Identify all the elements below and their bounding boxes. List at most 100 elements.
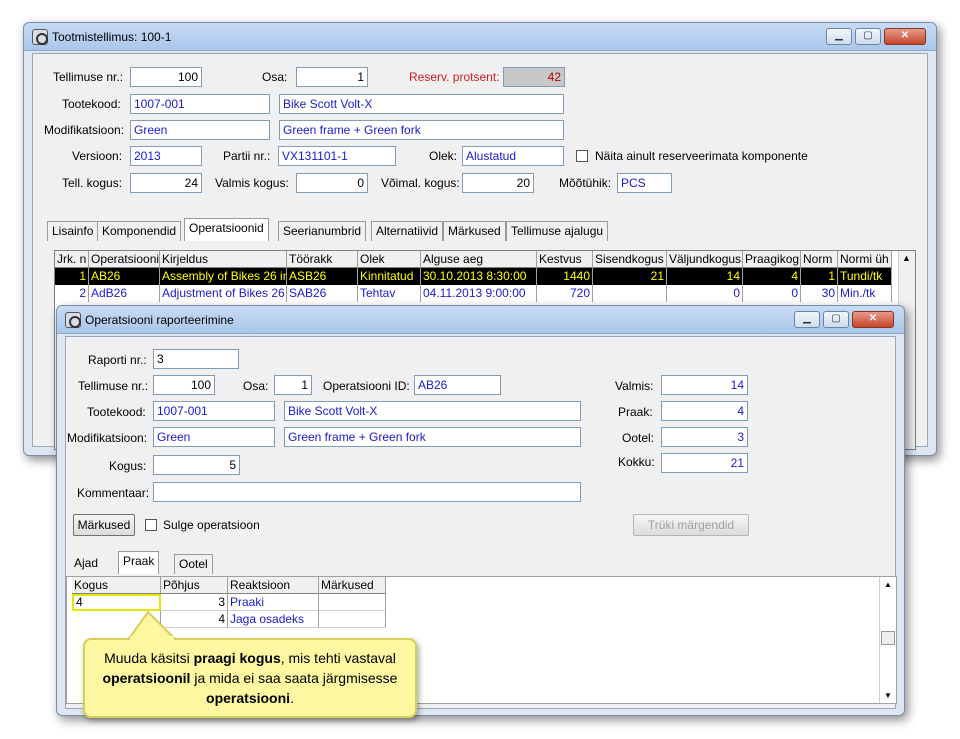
col-header[interactable]: Töörakk [287,251,358,268]
partii-field[interactable]: VX131101-1 [278,146,396,166]
table-row[interactable]: 4 3 Praaki [67,594,387,611]
tab-tellimuse-ajalugu[interactable]: Tellimuse ajalugu [506,221,609,241]
cell[interactable]: Min./tk [838,285,892,302]
col-header[interactable]: Kogus [72,577,161,594]
cell[interactable]: 1 [55,268,89,285]
tab-operatsioonid[interactable]: Operatsioonid [184,218,269,241]
kommentaar-field[interactable] [153,482,581,502]
scroll-down-icon[interactable]: ▼ [884,691,892,700]
cell[interactable]: 4 [161,611,228,628]
maximize-button[interactable]: ▢ [855,28,881,45]
maximize-button[interactable]: ▢ [823,311,849,328]
scroll-thumb[interactable] [881,631,895,645]
tootekood-field[interactable]: 1007-001 [153,401,275,421]
tab-lisainfo[interactable]: Lisainfo [47,221,99,241]
tab-seerianumbrid[interactable]: Seerianumbrid [278,221,367,241]
col-header[interactable]: Olek [358,251,421,268]
tell-kogus-field[interactable]: 24 [130,173,202,193]
truki-button[interactable]: Trüki märgendid [633,514,749,536]
col-header[interactable]: Operatsioonid [89,251,160,268]
table-row[interactable]: 4 Jaga osadeks [67,611,387,628]
tellimuse-nr-field[interactable]: 100 [130,67,202,87]
col-header[interactable]: Kestvus [537,251,593,268]
col-header[interactable]: Väljundkogus [667,251,743,268]
cell[interactable]: 30.10.2013 8:30:00 [421,268,537,285]
valmis-field[interactable]: 14 [661,375,748,395]
cell[interactable] [72,611,161,628]
cell[interactable]: 0 [743,285,801,302]
tab-ootel[interactable]: Ootel [174,554,213,574]
tellimuse-nr-field[interactable]: 100 [153,375,215,395]
versioon-field[interactable]: 2013 [130,146,202,166]
cell[interactable]: AB26 [89,268,160,285]
tootekood-name-field[interactable]: Bike Scott Volt-X [279,94,564,114]
tab-praak[interactable]: Praak [118,551,160,574]
kogus-edit-cell[interactable]: 4 [72,594,161,611]
olek-field[interactable]: Alustatud [462,146,564,166]
markused-button[interactable]: Märkused [73,514,135,536]
cell[interactable]: 1 [801,268,838,285]
cell[interactable]: Praaki [228,594,319,611]
tab-alternatiivid[interactable]: Alternatiivid [371,221,444,241]
defect-grid-scrollbar[interactable]: ▲ ▼ [879,577,896,703]
tootekood-name-field[interactable]: Bike Scott Volt-X [284,401,581,421]
cell[interactable] [593,285,667,302]
cell[interactable]: 3 [161,594,228,611]
col-header[interactable]: Jrk. n [55,251,89,268]
osa-field[interactable]: 1 [274,375,312,395]
col-header[interactable]: Reaktsioon [228,577,319,594]
naita-checkbox[interactable] [576,150,588,162]
valmis-kogus-field[interactable]: 0 [296,173,368,193]
cell[interactable]: 04.11.2013 9:00:00 [421,285,537,302]
voimal-kogus-field[interactable]: 20 [462,173,534,193]
cell[interactable]: 720 [537,285,593,302]
col-header[interactable]: Alguse aeg [421,251,537,268]
col-header[interactable]: Märkused [319,577,386,594]
cell[interactable]: 2 [55,285,89,302]
col-header[interactable]: Sisendkogus [593,251,667,268]
osa-field[interactable]: 1 [296,67,368,87]
modifikatsioon-field[interactable]: Green [130,120,270,140]
raporti-nr-field[interactable]: 3 [153,349,239,369]
dialog-title-bar[interactable]: Operatsiooni raporteerimine ▁ ▢ ✕ [57,306,904,334]
praak-field[interactable]: 4 [661,401,748,421]
cell[interactable]: AdB26 [89,285,160,302]
cell[interactable]: 21 [593,268,667,285]
tab-markused[interactable]: Märkused [443,221,506,241]
modifikatsioon-name-field[interactable]: Green frame + Green fork [279,120,564,140]
col-header[interactable]: Põhjus [161,577,228,594]
modifikatsioon-name-field[interactable]: Green frame + Green fork [284,427,581,447]
minimize-button[interactable]: ▁ [794,311,820,328]
cell[interactable]: Assembly of Bikes 26 in [160,268,287,285]
cell[interactable]: Adjustment of Bikes 26 [160,285,287,302]
sulge-checkbox[interactable] [145,519,157,531]
cell[interactable]: 0 [667,285,743,302]
col-header[interactable]: Norm [801,251,838,268]
modifikatsioon-field[interactable]: Green [153,427,275,447]
kogus-field[interactable]: 5 [153,455,240,475]
cell[interactable]: ASB26 [287,268,358,285]
table-row[interactable]: 2 AdB26 Adjustment of Bikes 26 SAB26 Teh… [55,285,892,302]
cell[interactable] [319,594,386,611]
cell[interactable]: 14 [667,268,743,285]
ootel-field[interactable]: 3 [661,427,748,447]
table-row[interactable]: 1 AB26 Assembly of Bikes 26 in ASB26 Kin… [55,268,892,285]
cell[interactable]: Jaga osadeks [228,611,319,628]
scroll-up-icon[interactable]: ▲ [902,253,911,263]
close-button[interactable]: ✕ [884,28,926,45]
cell[interactable] [319,611,386,628]
cell[interactable]: Tehtav [358,285,421,302]
col-header[interactable]: Praagikog [743,251,801,268]
close-button[interactable]: ✕ [852,311,894,328]
scroll-up-icon[interactable]: ▲ [884,580,892,589]
cell[interactable]: SAB26 [287,285,358,302]
main-title-bar[interactable]: Tootmistellimus: 100-1 ▁ ▢ ✕ [24,23,936,51]
tab-komponendid[interactable]: Komponendid [97,221,182,241]
cell[interactable]: Tundi/tk [838,268,892,285]
col-header[interactable]: Kirjeldus [160,251,287,268]
cell[interactable]: 4 [743,268,801,285]
cell[interactable]: 30 [801,285,838,302]
cell[interactable]: Kinnitatud [358,268,421,285]
minimize-button[interactable]: ▁ [826,28,852,45]
cell[interactable]: 1440 [537,268,593,285]
